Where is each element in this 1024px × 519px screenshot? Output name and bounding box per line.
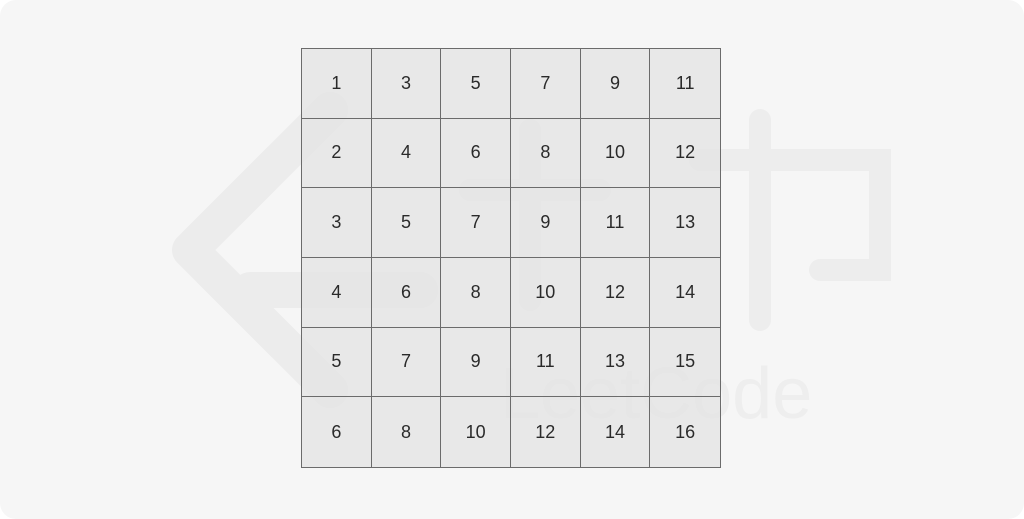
grid-cell: 10 (441, 397, 511, 467)
grid-cell: 12 (510, 397, 581, 467)
grid-cell: 4 (371, 118, 442, 189)
grid-cell: 9 (580, 49, 651, 119)
grid-cell: 3 (302, 188, 372, 258)
grid-cell: 6 (441, 118, 511, 189)
grid-cell: 14 (580, 397, 651, 467)
grid-cell: 5 (371, 188, 442, 258)
grid-cell: 10 (510, 257, 581, 328)
grid-cell: 6 (371, 257, 442, 328)
grid-cell: 11 (510, 327, 581, 398)
grid-cell: 11 (580, 188, 651, 258)
grid-cell: 13 (650, 188, 720, 258)
grid-cell: 12 (650, 118, 720, 189)
grid-cell: 7 (371, 327, 442, 398)
grid-cell: 8 (441, 257, 511, 328)
grid-cell: 13 (580, 327, 651, 398)
grid-cell: 5 (441, 49, 511, 119)
grid-cell: 8 (371, 397, 442, 467)
grid-cell: 7 (510, 49, 581, 119)
grid-cell: 11 (650, 49, 720, 119)
grid-cell: 14 (650, 257, 720, 328)
grid-cell: 8 (510, 118, 581, 189)
grid-cell: 9 (510, 188, 581, 258)
grid-cell: 15 (650, 327, 720, 398)
grid-cell: 12 (580, 257, 651, 328)
grid-cell: 1 (302, 49, 372, 119)
number-grid: 1 3 5 7 9 11 2 4 6 8 10 12 3 5 7 9 11 13 4 6 8 10 12 14 5 7 9 11 13 1… (301, 48, 721, 468)
grid-cell: 7 (441, 188, 511, 258)
grid-cell: 9 (441, 327, 511, 398)
grid-cell: 5 (302, 327, 372, 398)
grid-cell: 4 (302, 257, 372, 328)
grid-cell: 10 (580, 118, 651, 189)
diagram-canvas: LeetCode 1357911246810123579111346810121… (0, 0, 1024, 519)
grid-cell: 6 (302, 397, 372, 467)
grid-cell: 2 (302, 118, 372, 189)
grid-cell: 3 (371, 49, 442, 119)
grid-cell: 16 (650, 397, 720, 467)
